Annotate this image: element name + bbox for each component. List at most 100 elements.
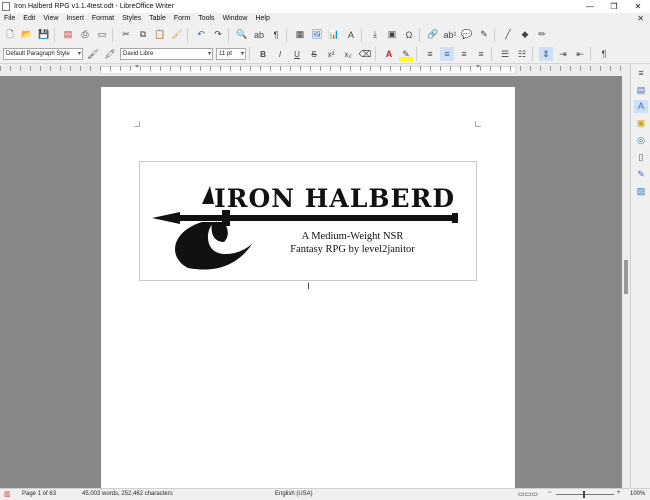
line-spacing-icon[interactable]: ⇕ — [539, 47, 553, 61]
save-icon[interactable]: 💾 — [37, 28, 51, 42]
horizontal-ruler[interactable] — [0, 64, 630, 76]
minimize-button[interactable]: — — [578, 0, 602, 13]
increase-indent-icon[interactable]: ⇥ — [556, 47, 570, 61]
styles-icon[interactable]: A — [634, 100, 648, 113]
gallery-icon[interactable]: ▣ — [634, 117, 648, 130]
basic-shapes-icon[interactable]: ◆ — [518, 28, 532, 42]
paragraph-style-combo[interactable]: Default Paragraph Style ▾ — [3, 48, 83, 60]
new-document-icon[interactable]: 🗋 — [3, 28, 17, 42]
document-page[interactable]: IRON HALBERD A Medium-Weight NSR Fantasy… — [101, 87, 515, 488]
word-count[interactable]: 45,003 words, 252,462 characters — [82, 491, 173, 497]
menu-view[interactable]: View — [39, 15, 62, 22]
ruler-ticks — [0, 66, 630, 71]
navigator-icon[interactable]: ◎ — [634, 134, 648, 147]
superscript-button[interactable]: x² — [324, 47, 338, 61]
align-right-icon[interactable]: ≡ — [457, 47, 471, 61]
zoom-slider-knob[interactable] — [583, 491, 585, 498]
maximize-button[interactable]: ❐ — [602, 0, 626, 13]
formatting-marks-icon[interactable]: ¶ — [269, 28, 283, 42]
new-style-icon[interactable]: 🖍 — [103, 47, 117, 61]
bold-button[interactable]: B — [256, 47, 270, 61]
clone-formatting-icon[interactable]: 🖌 — [170, 28, 184, 42]
menu-file[interactable]: File — [0, 15, 19, 22]
menu-table[interactable]: Table — [145, 15, 170, 22]
title-bar: Iron Halberd RPG v1.1.4test.odt - LibreO… — [0, 0, 650, 13]
menu-tools[interactable]: Tools — [194, 15, 218, 22]
sidebar-deck: ≡ ▤ A ▣ ◎ ▯ ✎ ▧ — [630, 64, 650, 488]
zoom-out-icon[interactable]: − — [548, 490, 552, 496]
insert-line-icon[interactable]: ╱ — [501, 28, 515, 42]
close-button[interactable]: ✕ — [626, 0, 650, 13]
menu-format[interactable]: Format — [88, 15, 118, 22]
view-layout-icons[interactable]: ▭▭▭ — [518, 490, 538, 498]
insert-chart-icon[interactable]: 📊 — [327, 28, 341, 42]
halberd-tip-shape — [152, 212, 180, 224]
open-folder-icon[interactable]: 📂 — [20, 28, 34, 42]
paragraph-dialog-icon[interactable]: ¶ — [597, 47, 611, 61]
title-image-frame[interactable]: IRON HALBERD A Medium-Weight NSR Fantasy… — [139, 161, 477, 281]
zoom-level[interactable]: 100% — [630, 491, 645, 497]
font-size-combo[interactable]: 11 pt ▾ — [216, 48, 246, 60]
footnote-icon[interactable]: ab¹ — [443, 28, 457, 42]
hyperlink-icon[interactable]: 🔗 — [426, 28, 440, 42]
insert-textbox-icon[interactable]: A — [344, 28, 358, 42]
italic-button[interactable]: I — [273, 47, 287, 61]
redo-icon[interactable]: ↷ — [211, 28, 225, 42]
sidebar-menu-icon[interactable]: ≡ — [634, 67, 648, 80]
menu-insert[interactable]: Insert — [62, 15, 88, 22]
toolbar-separator — [228, 27, 229, 42]
left-indent-marker[interactable] — [135, 65, 139, 68]
comment-icon[interactable]: 💬 — [460, 28, 474, 42]
page-count[interactable]: Page 1 of 63 — [22, 491, 56, 497]
page-icon[interactable]: ▯ — [634, 151, 648, 164]
spelling-icon[interactable]: ab — [252, 28, 266, 42]
bullet-list-icon[interactable]: ☰ — [498, 47, 512, 61]
design-icon[interactable]: ▧ — [634, 185, 648, 198]
print-icon[interactable]: ⎙ — [78, 28, 92, 42]
align-left-icon[interactable]: ≡ — [423, 47, 437, 61]
cut-icon[interactable]: ✂ — [119, 28, 133, 42]
scrollbar-thumb[interactable] — [624, 260, 628, 294]
vertical-scrollbar[interactable] — [622, 76, 630, 488]
insert-field-icon[interactable]: ▣ — [385, 28, 399, 42]
clear-formatting-icon[interactable]: ⌫ — [358, 47, 372, 61]
highlight-color-icon[interactable]: ✎ — [399, 47, 413, 61]
insert-table-icon[interactable]: ▦ — [293, 28, 307, 42]
insert-image-icon[interactable]: 🖼 — [310, 28, 324, 42]
align-center-icon[interactable]: ≡ — [440, 47, 454, 61]
font-name-combo[interactable]: David Libre ▾ — [120, 48, 213, 60]
special-character-icon[interactable]: Ω — [402, 28, 416, 42]
underline-button[interactable]: U — [290, 47, 304, 61]
menu-styles[interactable]: Styles — [118, 15, 145, 22]
justify-icon[interactable]: ≡ — [474, 47, 488, 61]
toolbar-separator — [249, 47, 250, 61]
manage-changes-icon[interactable]: ✎ — [634, 168, 648, 181]
find-replace-icon[interactable]: 🔍 — [235, 28, 249, 42]
numbered-list-icon[interactable]: ☷ — [515, 47, 529, 61]
status-bar: ▥ Page 1 of 63 45,003 words, 252,462 cha… — [0, 488, 650, 500]
page-break-icon[interactable]: ⤓ — [368, 28, 382, 42]
subscript-button[interactable]: x₂ — [341, 47, 355, 61]
decrease-indent-icon[interactable]: ⇤ — [573, 47, 587, 61]
properties-icon[interactable]: ▤ — [634, 84, 648, 97]
undo-icon[interactable]: ↶ — [194, 28, 208, 42]
menu-edit[interactable]: Edit — [19, 15, 39, 22]
zoom-in-icon[interactable]: + — [617, 490, 621, 496]
draw-functions-icon[interactable]: ✏ — [535, 28, 549, 42]
paste-icon[interactable]: 📋 — [153, 28, 167, 42]
strikethrough-button[interactable]: S — [307, 47, 321, 61]
track-changes-icon[interactable]: ✎ — [477, 28, 491, 42]
menu-window[interactable]: Window — [219, 15, 252, 22]
update-style-icon[interactable]: 🖌 — [86, 47, 100, 61]
menu-help[interactable]: Help — [251, 15, 273, 22]
font-color-icon[interactable]: A — [382, 47, 396, 61]
copy-icon[interactable]: ⧉ — [136, 28, 150, 42]
halberd-blade-inner-shape — [211, 222, 228, 242]
close-document-button[interactable]: ✕ — [637, 13, 644, 24]
right-indent-marker[interactable] — [476, 65, 480, 68]
zoom-slider[interactable] — [556, 494, 614, 495]
export-pdf-icon[interactable]: ▤ — [61, 28, 75, 42]
print-preview-icon[interactable]: ▭ — [95, 28, 109, 42]
menu-form[interactable]: Form — [170, 15, 194, 22]
language-status[interactable]: English (USA) — [275, 491, 313, 497]
